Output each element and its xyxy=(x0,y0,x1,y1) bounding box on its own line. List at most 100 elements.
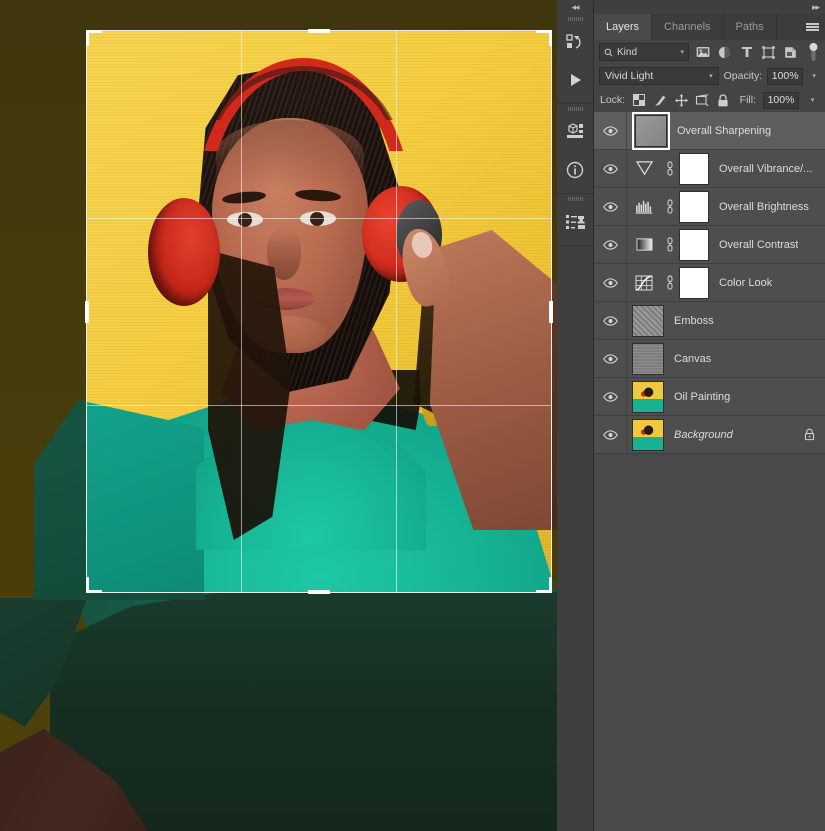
layer-name[interactable]: Overall Contrast xyxy=(719,239,798,251)
blend-mode-value: Vivid Light xyxy=(605,70,654,82)
clone-source-icon[interactable] xyxy=(557,203,593,241)
rail-group-libraries xyxy=(557,14,593,104)
eye-icon[interactable] xyxy=(594,416,627,453)
table-row[interactable]: Emboss xyxy=(594,302,825,340)
3d-panel-icon[interactable] xyxy=(557,113,593,151)
tab-paths[interactable]: Paths xyxy=(724,14,777,40)
opacity-input[interactable]: 100% xyxy=(767,67,804,85)
vibrance-icon[interactable] xyxy=(627,160,661,177)
layer-mask-thumbnail[interactable] xyxy=(679,190,709,223)
layer-name[interactable]: Overall Sharpening xyxy=(677,125,771,137)
fill-stepper-icon[interactable]: ▾ xyxy=(806,92,819,109)
eye-icon[interactable] xyxy=(594,264,627,301)
eye-icon[interactable] xyxy=(594,302,627,339)
blend-mode-row: Vivid Light ▾ Opacity: 100% ▾ xyxy=(594,64,825,88)
opacity-stepper-icon[interactable]: ▾ xyxy=(808,68,820,85)
chevron-down-icon[interactable]: ▾ xyxy=(680,48,684,56)
eye-icon[interactable] xyxy=(594,150,627,187)
layer-list: Overall Sharpening Overall Vibrance/... … xyxy=(594,111,825,454)
filter-pixel-layers-icon[interactable] xyxy=(694,44,711,61)
filter-kind-label: Kind xyxy=(617,46,638,58)
info-icon[interactable] xyxy=(557,151,593,189)
levels-icon[interactable] xyxy=(627,199,661,214)
document-canvas[interactable] xyxy=(0,0,557,831)
blend-mode-select[interactable]: Vivid Light ▾ xyxy=(599,67,719,85)
table-row[interactable]: Overall Sharpening xyxy=(594,111,825,150)
panel-grip[interactable] xyxy=(557,104,593,113)
filter-type-layers-icon[interactable] xyxy=(738,44,755,61)
layer-name[interactable]: Color Look xyxy=(719,277,772,289)
brightness-contrast-icon[interactable] xyxy=(627,237,661,252)
actions-play-icon[interactable] xyxy=(557,61,593,99)
table-row[interactable]: Color Look xyxy=(594,264,825,302)
rail-group-3d-info xyxy=(557,104,593,194)
tab-layers[interactable]: Layers xyxy=(594,14,653,40)
chevron-down-icon[interactable]: ▾ xyxy=(709,72,713,80)
tab-channels[interactable]: Channels xyxy=(652,14,724,40)
filter-shape-layers-icon[interactable] xyxy=(760,44,777,61)
link-icon[interactable] xyxy=(661,275,679,290)
table-row[interactable]: Oil Painting xyxy=(594,378,825,416)
layer-name[interactable]: Canvas xyxy=(674,353,711,365)
link-icon[interactable] xyxy=(661,237,679,252)
lock-transparent-pixels-icon[interactable] xyxy=(632,92,646,108)
collapse-panel-icon[interactable]: ◂◂ xyxy=(557,0,593,14)
layer-thumbnail[interactable] xyxy=(632,304,664,337)
table-row[interactable]: Canvas xyxy=(594,340,825,378)
layer-name[interactable]: Overall Vibrance/... xyxy=(719,163,812,175)
expand-panel-icon[interactable]: ▸▸ xyxy=(594,0,825,14)
link-icon[interactable] xyxy=(661,161,679,176)
fill-label: Fill: xyxy=(739,94,756,106)
layer-thumbnail[interactable] xyxy=(632,111,670,150)
table-row[interactable]: Overall Brightness xyxy=(594,188,825,226)
rail-group-clone xyxy=(557,194,593,246)
fill-input[interactable]: 100% xyxy=(763,91,799,109)
layer-thumbnail[interactable] xyxy=(632,418,664,451)
photoshop-window: ◂◂ ▸▸ Layers Channels Paths Kind ▾ Vivid… xyxy=(0,0,825,831)
layer-mask-thumbnail[interactable] xyxy=(679,152,709,185)
lock-position-icon[interactable] xyxy=(674,92,688,108)
eye-icon[interactable] xyxy=(594,378,627,415)
image-subject-shoulder xyxy=(34,400,204,600)
panel-grip[interactable] xyxy=(557,194,593,203)
layer-locked-icon xyxy=(804,428,815,441)
search-icon xyxy=(604,48,613,56)
eye-icon[interactable] xyxy=(594,112,627,149)
eye-icon[interactable] xyxy=(594,188,627,225)
layer-mask-thumbnail[interactable] xyxy=(679,266,709,299)
panel-tab-bar: Layers Channels Paths xyxy=(594,14,825,40)
image-iris-right xyxy=(310,212,324,226)
eye-icon[interactable] xyxy=(594,226,627,263)
table-row[interactable]: Background xyxy=(594,416,825,454)
layer-mask-thumbnail[interactable] xyxy=(679,228,709,261)
image-iris-left xyxy=(238,213,252,227)
filter-smart-objects-icon[interactable] xyxy=(782,44,799,61)
layer-name[interactable]: Oil Painting xyxy=(674,391,730,403)
layer-name[interactable]: Background xyxy=(674,429,733,441)
image-headphone-cup-left xyxy=(148,198,220,306)
link-icon[interactable] xyxy=(661,199,679,214)
opacity-label: Opacity: xyxy=(723,70,763,82)
filter-kind-select[interactable]: Kind ▾ xyxy=(599,43,689,61)
collapsed-panel-rail: ◂◂ xyxy=(557,0,594,831)
lock-image-pixels-icon[interactable] xyxy=(653,92,667,108)
curves-icon[interactable] xyxy=(627,274,661,291)
layer-filter-row: Kind ▾ xyxy=(594,40,825,64)
layer-thumbnail[interactable] xyxy=(632,342,664,375)
image-subject-torso xyxy=(50,592,557,831)
lock-label: Lock: xyxy=(600,94,626,106)
panel-menu-icon[interactable] xyxy=(806,14,819,40)
libraries-icon[interactable] xyxy=(557,23,593,61)
document-image[interactable] xyxy=(0,0,557,831)
table-row[interactable]: Overall Vibrance/... xyxy=(594,150,825,188)
lock-artboard-nesting-icon[interactable] xyxy=(695,92,709,108)
filter-enable-toggle[interactable] xyxy=(808,43,820,61)
layer-thumbnail[interactable] xyxy=(632,380,664,413)
filter-adjustment-layers-icon[interactable] xyxy=(716,44,733,61)
panel-grip[interactable] xyxy=(557,14,593,23)
eye-icon[interactable] xyxy=(594,340,627,377)
lock-all-icon[interactable] xyxy=(716,92,730,108)
layer-name[interactable]: Emboss xyxy=(674,315,714,327)
table-row[interactable]: Overall Contrast xyxy=(594,226,825,264)
layer-name[interactable]: Overall Brightness xyxy=(719,201,809,213)
